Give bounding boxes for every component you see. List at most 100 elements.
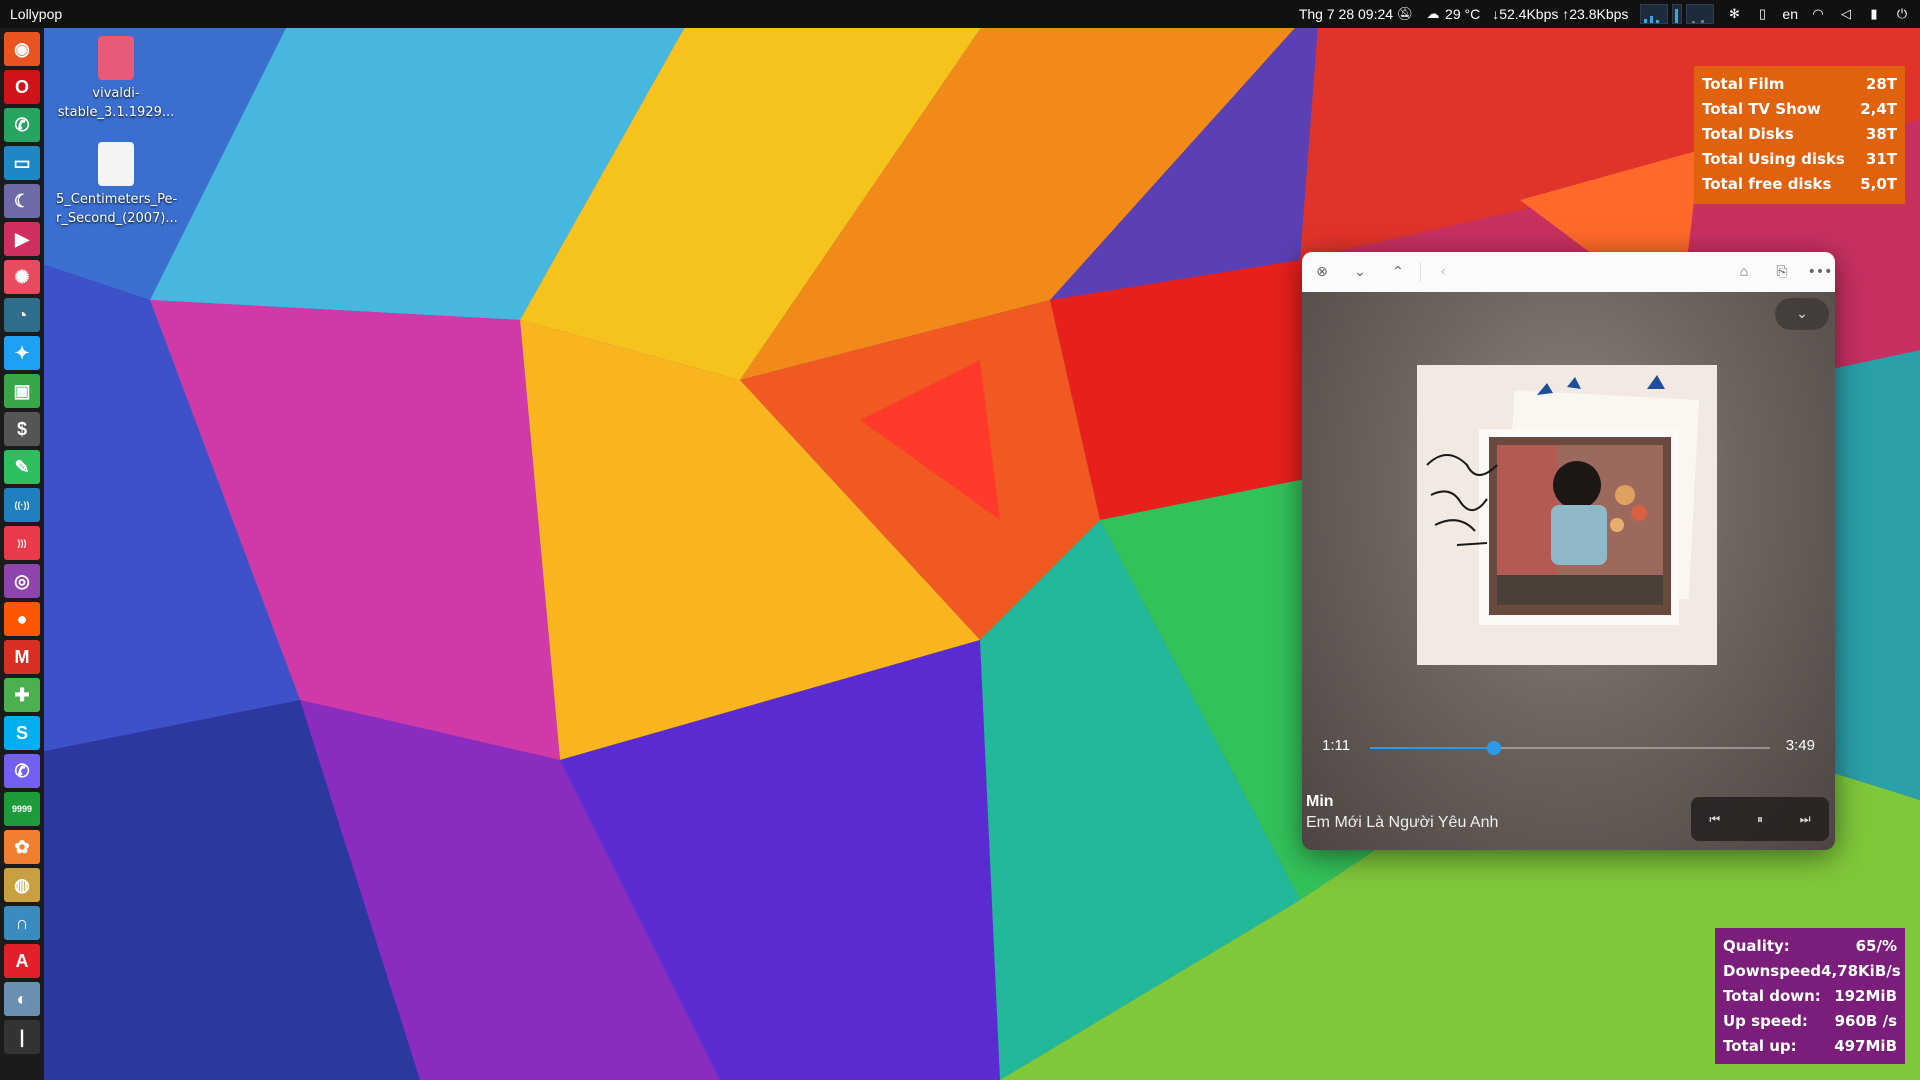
clipboard-icon[interactable]: ▯ [1754,6,1770,22]
weather-label: 29 °C [1445,6,1481,22]
more-icon[interactable]: ••• [1808,262,1833,282]
album-art [1417,365,1717,665]
fan-icon[interactable]: ✻ [1726,6,1742,22]
stat-label: Total TV Show [1702,100,1821,118]
skip-forward-icon: ⏭ [1799,811,1811,826]
power-icon[interactable]: ⏻ [1894,6,1910,22]
rss-icon[interactable]: ))) [4,526,40,560]
chevron-down-icon[interactable]: ⌄ [1350,262,1370,282]
time-elapsed: 1:11 [1322,737,1351,754]
network-speed[interactable]: ↓52.4Kbps ↑23.8Kbps [1492,6,1628,22]
artist-name: Min [1306,793,1334,810]
home-icon[interactable]: ⌂ [1734,262,1754,282]
system-monitor[interactable] [1640,4,1715,24]
progress-slider[interactable] [1370,741,1770,755]
stat-label: Total up: [1723,1037,1797,1055]
reddit-icon[interactable]: ● [4,602,40,636]
progress-handle[interactable] [1487,741,1501,755]
media-stats-widget: Total Film 28T Total TV Show 2,4T Total Disk… [1694,66,1905,204]
desktop-icon-label: 5_Centimeters_Pe- [56,192,178,207]
package-file-icon [98,36,134,80]
podcast-icon[interactable]: ◎ [4,564,40,598]
speedometer-icon[interactable]: ◔ [4,298,40,332]
stat-row: Total down: 192MiB [1723,984,1897,1009]
stat-value: 65/% [1855,937,1897,955]
desktop-icon-video[interactable]: 5_Centimeters_Pe- r_Second_(2007)... [56,142,178,228]
twitter-icon[interactable]: ✦ [4,336,40,370]
video-player-icon[interactable]: ▶ [4,222,40,256]
top-panel-indicators: Thg 7 28 09:24 🔕︎ ☁ 29 °C ↓52.4Kbps ↑23.… [1299,0,1910,28]
stat-row: Total Film 28T [1702,72,1897,97]
volume-icon[interactable]: ◁ [1838,6,1854,22]
collapse-button[interactable]: ⌄ [1775,298,1829,330]
desktop-icon-label: stable_3.1.1929... [57,105,175,120]
whatsapp-icon[interactable]: ✆ [4,108,40,142]
stat-label: Total Disks [1702,125,1794,143]
game-controller-icon[interactable]: ✚ [4,678,40,712]
chevron-down-icon: ⌄ [1796,306,1808,322]
viber-icon[interactable]: ✆ [4,754,40,788]
gmail-icon[interactable]: M [4,640,40,674]
counter-icon[interactable]: 9999 [4,792,40,826]
stat-row: Total TV Show 2,4T [1702,97,1897,122]
next-track-button[interactable]: ⏭ [1800,812,1811,827]
stat-value: 4,78KiB/s [1821,962,1901,980]
desktop-icon-vivaldi[interactable]: vivaldi- stable_3.1.1929... [56,36,176,122]
player-titlebar: ⊗ ⌄ ⌃ ‹ ⌂ ⎘ ••• [1302,252,1835,292]
share-icon[interactable]: ⎘ [1772,262,1792,282]
clock[interactable]: Thg 7 28 09:24 🔕︎ [1299,6,1413,22]
skype-icon[interactable]: S [4,716,40,750]
wifi-icon[interactable]: ◠ [1810,6,1826,22]
active-app-name[interactable]: Lollypop [10,6,62,22]
weather-indicator[interactable]: ☁ 29 °C [1425,6,1481,22]
stat-row: Total free disks 5,0T [1702,172,1897,197]
stat-value: 28T [1865,75,1897,93]
stat-label: Quality: [1723,937,1790,955]
battery-icon[interactable]: ▮ [1866,6,1882,22]
moon-app-icon[interactable]: ☾ [4,184,40,218]
launcher-dock: ◉ O ✆ ▭ ☾ ▶ ✺ ◔ ✦ ▣ $ ✎ ((·))))) ◎ ● M ✚ S ✆ 9999 ✿ ◍ ∩ A ◐ | [0,28,44,1080]
stat-value: 31T [1865,150,1897,168]
stat-row: Up speed: 960B /s [1723,1009,1897,1034]
network-stats-widget: Quality: 65/% Downspeed 4,78KiB/s Total down… [1715,928,1905,1064]
notifications-off-icon[interactable]: 🔕︎ [1397,6,1414,22]
stat-label: Up speed: [1723,1012,1808,1030]
stat-label: Total free disks [1702,175,1832,193]
terminal-icon[interactable]: $ [4,412,40,446]
radio-icon[interactable]: ((·)) [4,488,40,522]
previous-track-button[interactable]: ⏮ [1709,812,1720,827]
ubuntu-icon[interactable]: ◉ [4,32,40,66]
stat-label: Total down: [1723,987,1821,1005]
back-icon[interactable]: ‹ [1433,262,1453,282]
evernote-icon[interactable]: ✎ [4,450,40,484]
titlebar-divider [1420,262,1421,282]
now-playing-info[interactable]: Min Em Mới Là Người Yêu Anh [1306,793,1498,832]
pause-button[interactable]: ⏸ [1757,812,1763,827]
media-center-icon[interactable]: ▣ [4,374,40,408]
top-panel: Lollypop Thg 7 28 09:24 🔕︎ ☁ 29 °C ↓52.4… [0,0,1920,28]
adobe-icon[interactable]: A [4,944,40,978]
stat-row: Total Disks 38T [1702,122,1897,147]
track-title: Em Mới Là Người Yêu Anh [1306,814,1499,831]
album-cover-image [1417,365,1717,665]
chat-app-icon[interactable]: ✿ [4,830,40,864]
pause-icon: ⏸ [1756,811,1763,826]
progress-fill [1370,747,1494,749]
stat-value: 38T [1865,125,1897,143]
stat-row: Downspeed 4,78KiB/s [1723,959,1901,984]
opera-icon[interactable]: O [4,70,40,104]
chevron-up-icon[interactable]: ⌃ [1388,262,1408,282]
pinwheel-icon[interactable]: ✺ [4,260,40,294]
playback-progress: 1:11 3:49 [1302,732,1835,762]
disk-utility-icon[interactable]: ◍ [4,868,40,902]
language-indicator[interactable]: en [1782,6,1798,22]
microphone-icon[interactable]: | [4,1020,40,1054]
stat-value: 960B /s [1834,1012,1897,1030]
gamepad-icon[interactable]: ◐ [4,982,40,1016]
stat-row: Total Using disks 31T [1702,147,1897,172]
stat-label: Total Using disks [1702,150,1845,168]
files-icon[interactable]: ▭ [4,146,40,180]
cloud-icon: ☁ [1426,6,1440,21]
headphones-icon[interactable]: ∩ [4,906,40,940]
close-icon[interactable]: ⊗ [1312,262,1332,282]
